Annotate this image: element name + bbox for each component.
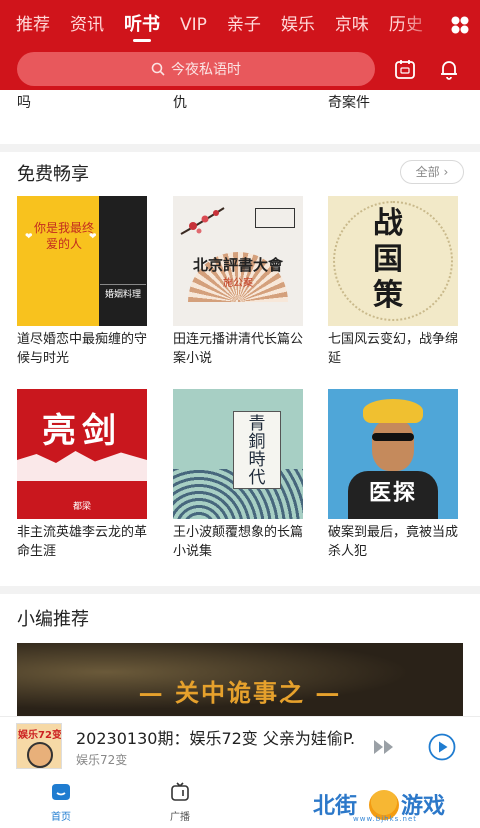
banner-text: — 关中诡事之 — [138,678,342,707]
cover-title: 医探 [368,481,417,506]
search-icon [151,62,165,76]
cover-title: 北京評書大會 [192,256,283,274]
cover-dark-panel [99,196,147,326]
tab-kids[interactable]: 亲子 [227,0,261,50]
book-title: 非主流英雄李云龙的革命生涯 [17,525,148,559]
book-cover: 亮剑 都梁 [17,389,147,519]
player-album-name: 娱乐72变 [76,753,128,767]
book-card[interactable]: 战国策 七国风云变幻，战争绵延 [328,196,458,368]
view-all-button[interactable]: 全部 › [400,160,464,184]
cover-title: 你是我最终爱的人 [33,221,94,251]
book-title: 七国风云变幻，战争绵延 [328,332,459,366]
notification-bell-icon[interactable] [437,57,461,81]
editor-section-title: 小编推荐 [17,609,89,630]
book-title: 道尽婚恋中最痴缠的守候与时光 [17,332,148,366]
tab-recommend[interactable]: 推荐 [16,0,50,50]
top-header: 推荐 资讯 听书 VIP 亲子 娱乐 京味 历史 情感 今夜私语时 [0,0,480,90]
view-all-label: 全部 [415,165,440,179]
nav-broadcast-label: 广播 [170,812,190,823]
tab-entertainment[interactable]: 娱乐 [281,0,315,50]
prev-book-title[interactable]: 仇 [173,92,187,114]
previous-book-row: 吗 仇 奇案件 [0,90,480,144]
recommend-banner[interactable]: — 关中诡事之 — [17,643,463,716]
nav-home-label: 首页 [51,812,71,823]
tab-audiobook[interactable]: 听书 [124,0,160,50]
player-track-title: 20230130期：娱乐72变 父亲为娃偷P... [76,729,356,748]
cover-title: 战国策 [373,206,403,313]
book-title: 王小波颠覆想象的长篇小说集 [173,525,304,559]
heart-icon: ❤ [25,232,33,242]
cover-figure-face [372,419,414,471]
prev-book-title[interactable]: 奇案件 [328,92,370,114]
cover-badge [255,208,295,228]
cover-subtitle: 施公案 [223,278,253,289]
search-bar[interactable]: 今夜私语时 [17,52,375,86]
book-cover: 北京評書大會 施公案 [173,196,303,326]
book-title: 田连元播讲清代长篇公案小说 [173,332,304,366]
cover-title: 亮剑 [42,411,122,451]
search-placeholder: 今夜私语时 [171,62,241,78]
mini-player[interactable]: 娱乐72变 20230130期：娱乐72变 父亲为娃偷P... 娱乐72变 [0,716,480,776]
chevron-right-icon: › [443,165,449,179]
watermark-url: www.bjhks.net [353,815,417,823]
prev-book-title[interactable]: 吗 [17,92,31,114]
book-cover: ❤ ❤ 你是我最终爱的人 婚姻料理 [17,196,147,326]
category-more-icon[interactable] [450,15,470,35]
tab-news[interactable]: 资讯 [70,0,104,50]
nav-broadcast[interactable]: 广播 [150,782,210,823]
book-card[interactable]: 北京評書大會 施公案 田连元播讲清代长篇公案小说 [173,196,303,368]
free-section-title: 免费畅享 [17,164,89,185]
player-cover-face [27,742,53,768]
book-cover: 战国策 [328,196,458,326]
category-tabs: 推荐 资讯 听书 VIP 亲子 娱乐 京味 历史 情感 [0,0,440,50]
cover-title: 青銅時代 [248,414,266,488]
book-cover: 青銅時代 [173,389,303,519]
cover-author: 都梁 [72,502,91,512]
book-card[interactable]: ❤ ❤ 你是我最终爱的人 婚姻料理 道尽婚恋中最痴缠的守候与时光 [17,196,147,368]
plum-blossom-icon [180,207,225,235]
tab-vip[interactable]: VIP [180,0,207,50]
section-divider [0,144,480,152]
tab-beijing[interactable]: 京味 [335,0,369,50]
tabs-fade [400,0,440,50]
home-icon [52,784,70,800]
book-cover: 医探 [328,389,458,519]
book-title: 破案到最后，竟被当成杀人犯 [328,525,459,559]
watermark-text-left: 北街 [313,794,358,819]
cover-figure-hat [363,399,423,423]
section-divider [0,586,480,594]
nav-home[interactable]: 首页 [31,782,91,823]
book-card[interactable]: 青銅時代 王小波颠覆想象的长篇小说集 [173,389,303,561]
book-card[interactable]: 亮剑 都梁 非主流英雄李云龙的革命生涯 [17,389,147,561]
cover-side-text: 婚姻料理 [100,284,146,300]
cover-cloud [17,451,147,481]
player-cover-text: 娱乐72变 [18,730,62,741]
cover-figure-glasses [372,433,414,441]
book-card[interactable]: 医探 破案到最后，竟被当成杀人犯 [328,389,458,561]
player-cover: 娱乐72变 [16,723,62,769]
checkin-calendar-icon[interactable] [393,57,417,81]
play-icon[interactable] [428,733,456,761]
radio-icon [171,782,189,801]
fast-forward-icon[interactable] [372,736,396,758]
watermark-logo: 北街 游戏 www.bjhks.net [313,788,473,824]
